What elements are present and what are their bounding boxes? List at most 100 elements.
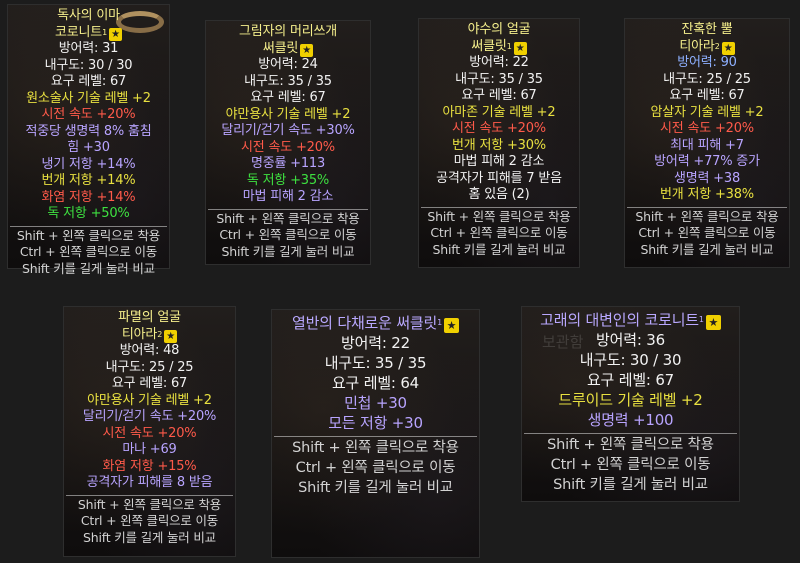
star-icon: ★ — [705, 315, 721, 330]
item-tooltip-cruel-horn: 잔혹한 뿔 티아라2 ★ 방어력: 90 내구도: 25 / 25 요구 레벨: … — [624, 18, 790, 268]
stat-strength: 힘 +30 — [67, 140, 110, 155]
stat-fire-resist: 화염 저항 +15% — [102, 458, 197, 474]
stat-durability: 내구도: 35 / 35 — [455, 71, 543, 87]
stat-fire-resist: 화염 저항 +14% — [41, 189, 136, 205]
stat-max-damage: 최대 피해 +7 — [670, 137, 744, 153]
item-name-line1: 파멸의 얼굴 — [118, 310, 181, 325]
stat-lightning-resist: 번개 저항 +14% — [41, 173, 136, 188]
hint-compare: Shift 키를 길게 눌러 비교 — [22, 260, 155, 276]
star-icon: ★ — [108, 27, 122, 41]
stat-skill-level: 야만용사 기술 레벨 +2 — [87, 392, 212, 408]
hint-equip: Shift + 왼쪽 클릭으로 착용 — [77, 496, 222, 512]
item-tooltip-whale-coronet: 고래의 대변인의 코로니트1 ★ 방어력: 36 내구도: 30 / 30 요구 … — [521, 306, 740, 502]
hint-move: Ctrl + 왼쪽 클릭으로 이동 — [550, 457, 711, 473]
hint-equip: Shift + 왼쪽 클릭으로 착용 — [292, 440, 459, 456]
stat-run-speed: 달리기/걷기 속도 +30% — [221, 123, 355, 138]
item-name-line2: 써클릿 ★ — [206, 41, 370, 58]
stat-attacker-damage: 공격자가 피해를 8 받음 — [86, 475, 213, 490]
stat-required-level: 요구 레벨: 67 — [461, 88, 537, 103]
item-name-line1: 야수의 얼굴 — [467, 22, 531, 37]
item-name-line2: 티아라2 ★ — [625, 39, 789, 56]
stat-life: 생명력 +38 — [673, 170, 741, 186]
stat-defense: 방어력: 31 — [58, 41, 119, 56]
stat-skill-level: 드루이드 기술 레벨 +2 — [558, 391, 703, 409]
background-stash-label: 보관함 — [542, 333, 584, 351]
stat-run-speed: 달리기/걷기 속도 +20% — [82, 409, 217, 424]
stat-required-level: 요구 레벨: 67 — [250, 90, 326, 105]
stat-dexterity: 민첩 +30 — [344, 394, 407, 412]
item-name: 고래의 대변인의 코로니트1 ★ — [522, 310, 739, 330]
star-icon: ★ — [164, 329, 178, 343]
hint-equip: Shift + 왼쪽 클릭으로 착용 — [16, 227, 161, 243]
stat-cast-speed: 시전 속도 +20% — [241, 139, 335, 155]
stat-cold-resist: 냉기 저항 +14% — [41, 156, 136, 172]
stat-life-steal: 적중당 생명력 8% 훔침 — [25, 123, 152, 139]
item-name-line2: 티아라2 ★ — [64, 327, 235, 344]
hint-move: Ctrl + 왼쪽 클릭으로 이동 — [219, 227, 357, 242]
hint-equip: Shift + 왼쪽 클릭으로 착용 — [216, 210, 360, 226]
hint-compare: Shift 키를 길게 눌러 비교 — [83, 529, 216, 545]
hint-move: Ctrl + 왼쪽 클릭으로 이동 — [638, 225, 776, 240]
stat-durability: 내구도: 30 / 30 — [44, 57, 133, 73]
hint-move: Ctrl + 왼쪽 클릭으로 이동 — [295, 460, 456, 476]
stat-attack-rating: 명중률 +113 — [250, 156, 326, 171]
item-name-line2: 코로니트1 ★ — [8, 25, 169, 42]
item-tooltip-crown-of-viper: 독사의 이마 코로니트1 ★ 방어력: 31 내구도: 30 / 30 요구 레벨… — [7, 4, 170, 276]
stat-required-level: 요구 레벨: 64 — [331, 374, 420, 392]
hint-move: Ctrl + 왼쪽 클릭으로 이동 — [19, 244, 158, 259]
star-icon: ★ — [721, 41, 735, 55]
item-name-line1: 잔혹한 뿔 — [681, 22, 733, 37]
item-tooltip-nirvana-circlet: 열반의 다채로운 써클릿1 ★ 방어력: 22 내구도: 35 / 35 요구 레… — [271, 309, 480, 558]
hint-compare: Shift 키를 길게 눌러 비교 — [640, 241, 774, 257]
hint-equip: Shift + 왼쪽 클릭으로 착용 — [427, 208, 571, 224]
hint-move: Ctrl + 왼쪽 클릭으로 이동 — [430, 225, 568, 240]
stat-skill-level: 야만용사 기술 레벨 +2 — [225, 106, 351, 122]
item-name-line2: 써클릿1 ★ — [419, 39, 579, 56]
stat-required-level: 요구 레벨: 67 — [111, 376, 188, 391]
item-name: 열반의 다채로운 써클릿1 ★ — [272, 313, 479, 333]
stat-skill-level: 암살자 기술 레벨 +2 — [650, 104, 764, 120]
item-tooltip-doom-face: 파멸의 얼굴 티아라2 ★ 방어력: 48 내구도: 25 / 25 요구 레벨:… — [63, 306, 236, 557]
item-tooltip-shadow-hood: 그림자의 머리쓰개 써클릿 ★ 방어력: 24 내구도: 35 / 35 요구 레… — [205, 20, 371, 265]
stat-durability: 내구도: 25 / 25 — [663, 71, 751, 87]
stat-durability: 내구도: 30 / 30 — [579, 351, 682, 369]
item-name-line1: 독사의 이마 — [57, 8, 120, 23]
stat-poison-resist: 독 저항 +35% — [246, 172, 330, 188]
item-tooltip-beast-face: 야수의 얼굴 써클릿1 ★ 방어력: 22 내구도: 35 / 35 요구 레벨:… — [418, 18, 580, 268]
hint-compare: Shift 키를 길게 눌러 비교 — [298, 480, 453, 496]
stat-lightning-resist: 번개 저항 +30% — [452, 137, 546, 153]
stat-attacker-damage: 공격자가 피해를 7 받음 — [436, 170, 562, 186]
stat-skill-level: 아마존 기술 레벨 +2 — [442, 104, 556, 120]
hint-equip: Shift + 왼쪽 클릭으로 착용 — [547, 437, 714, 453]
star-icon: ★ — [444, 318, 460, 333]
stat-defense-increase: 방어력 +77% 증가 — [654, 154, 760, 169]
stat-cast-speed: 시전 속도 +20% — [660, 121, 754, 136]
stat-cast-speed: 시전 속도 +20% — [452, 121, 546, 136]
stat-required-level: 요구 레벨: 67 — [586, 371, 675, 389]
stat-required-level: 요구 레벨: 67 — [50, 74, 127, 89]
item-name-line1: 그림자의 머리쓰개 — [238, 24, 337, 39]
stat-sockets: 홈 있음 (2) — [468, 187, 530, 202]
stat-poison-resist: 독 저항 +50% — [47, 206, 130, 221]
stat-required-level: 요구 레벨: 67 — [669, 88, 745, 103]
stat-durability: 내구도: 35 / 35 — [324, 354, 427, 372]
stat-all-resist: 모든 저항 +30 — [328, 414, 423, 432]
stat-mana: 마나 +69 — [122, 442, 177, 457]
stat-defense: 방어력: 22 — [341, 334, 410, 352]
stat-durability: 내구도: 25 / 25 — [105, 359, 194, 375]
hint-compare: Shift 키를 길게 눌러 비교 — [432, 241, 566, 257]
stat-defense: 방어력: 24 — [258, 57, 318, 72]
hint-compare: Shift 키를 길게 눌러 비교 — [553, 477, 708, 493]
stat-cast-speed: 시전 속도 +20% — [41, 107, 136, 122]
stat-defense: 방어력: 48 — [119, 343, 180, 358]
stat-cast-speed: 시전 속도 +20% — [102, 425, 197, 441]
stat-magic-damage-reduce: 마법 피해 2 감소 — [453, 154, 545, 169]
stat-skill-level: 원소술사 기술 레벨 +2 — [26, 90, 151, 106]
star-icon: ★ — [513, 41, 527, 55]
stat-durability: 내구도: 35 / 35 — [244, 73, 332, 89]
hint-equip: Shift + 왼쪽 클릭으로 착용 — [635, 208, 779, 224]
hint-move: Ctrl + 왼쪽 클릭으로 이동 — [80, 513, 219, 528]
stat-defense: 방어력: 90 — [677, 55, 737, 70]
stat-life: 생명력 +100 — [587, 411, 674, 429]
stat-lightning-resist: 번개 저항 +38% — [660, 187, 754, 202]
